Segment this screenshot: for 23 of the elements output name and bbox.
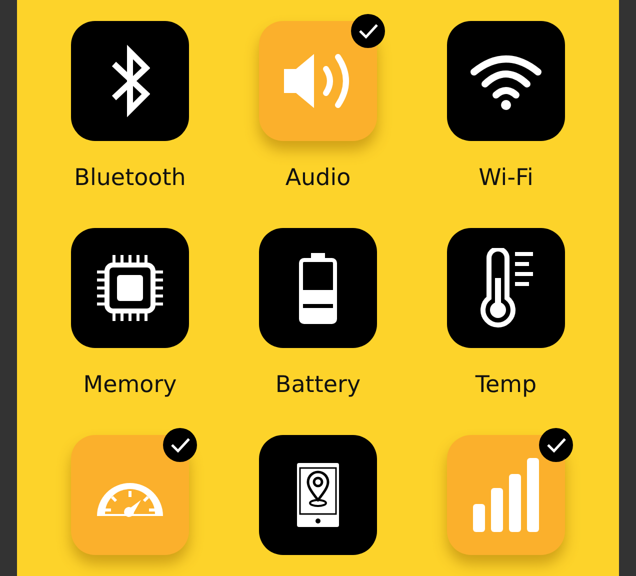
tile-button[interactable] xyxy=(447,21,565,141)
tile-button[interactable] xyxy=(71,21,189,141)
tile-label: Audio xyxy=(285,164,351,193)
tile-label: Battery xyxy=(275,371,361,400)
tile-button[interactable] xyxy=(259,21,377,141)
tile-label: Temp xyxy=(475,371,537,400)
checkmark-icon xyxy=(163,428,197,462)
signal-bars-icon xyxy=(473,458,539,532)
checkmark-icon xyxy=(351,14,385,48)
phone-pin-icon xyxy=(296,462,340,528)
tile-label: Memory xyxy=(83,371,177,400)
tile-button[interactable] xyxy=(447,228,565,348)
tile-button[interactable] xyxy=(447,435,565,555)
tile-button[interactable] xyxy=(259,228,377,348)
tile-label: Bluetooth xyxy=(74,164,186,193)
battery-icon xyxy=(298,252,338,324)
chip-icon xyxy=(95,253,165,323)
tile-label: Wi-Fi xyxy=(478,164,534,193)
bluetooth-icon xyxy=(110,44,150,118)
tile-button[interactable] xyxy=(259,435,377,555)
tile-button[interactable] xyxy=(71,435,189,555)
checkmark-icon xyxy=(539,428,573,462)
tile-button[interactable] xyxy=(71,228,189,348)
